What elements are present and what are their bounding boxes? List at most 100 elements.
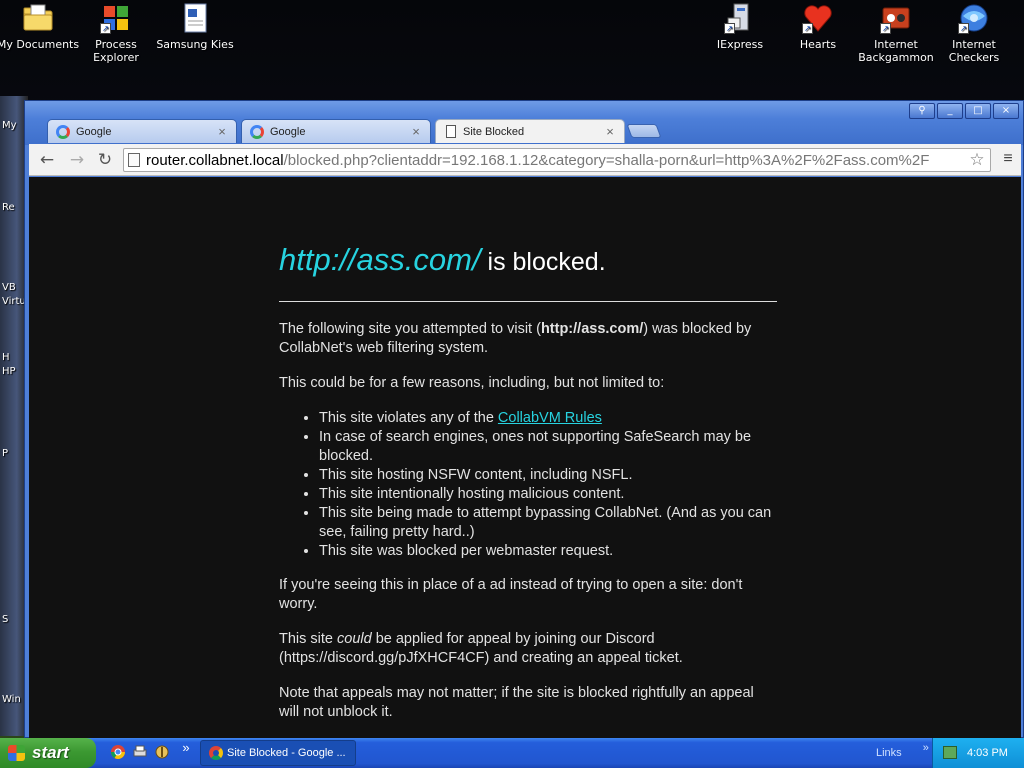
headline-suffix: is blocked. xyxy=(480,248,606,276)
browser-toolbar: ← → ↻ router.collabnet.local/blocked.php… xyxy=(29,144,1021,176)
reasons-intro: This could be for a few reasons, includi… xyxy=(279,375,665,391)
page-viewport: http://ass.com/ is blocked. The followin… xyxy=(29,177,1021,738)
tab-site-blocked[interactable]: Site Blocked × xyxy=(435,119,625,143)
windows-logo-icon xyxy=(8,745,25,761)
shortcut-arrow-icon: ↗ xyxy=(724,23,735,34)
back-arrow-icon[interactable]: ← xyxy=(35,149,59,171)
blocked-page-content: http://ass.com/ is blocked. The followin… xyxy=(279,241,777,738)
taskbar: start » Site Blocked - Google ... Links … xyxy=(0,738,1024,768)
shortcut-arrow-icon: ↗ xyxy=(958,23,969,34)
window-titlebar[interactable]: ⚲ _ □ × Google × Google × Site Blocked × xyxy=(25,101,1023,145)
desktop-icon-iexpress[interactable]: ↗ IExpress xyxy=(698,2,782,51)
list-item: This site violates any of the CollabVM R… xyxy=(319,409,777,428)
appeal-emphasis: could xyxy=(337,631,372,647)
reason-text: This site violates any of the xyxy=(319,410,498,426)
backgammon-icon: ↗ xyxy=(880,2,912,34)
maximize-button[interactable]: □ xyxy=(965,103,991,119)
desktop-icon-label: Process Explorer xyxy=(93,38,139,64)
network-tray-icon[interactable] xyxy=(943,746,957,759)
document-icon xyxy=(179,2,211,34)
intro-paragraph: The following site you attempted to visi… xyxy=(279,320,777,358)
desktop-icon-samsung-kies[interactable]: Samsung Kies xyxy=(153,2,237,51)
quicklaunch-overflow-icon[interactable]: » xyxy=(178,740,194,756)
forward-arrow-icon[interactable]: → xyxy=(65,149,89,171)
intro-url: http://ass.com/ xyxy=(540,321,644,337)
divider xyxy=(279,301,777,302)
start-button[interactable]: start xyxy=(0,738,96,768)
system-tray: 4:03 PM xyxy=(932,738,1024,768)
list-item: This site intentionally hosting maliciou… xyxy=(319,485,777,504)
partial-icon-label[interactable]: S xyxy=(2,614,8,625)
tab-google-2[interactable]: Google × xyxy=(241,119,431,143)
shortcut-arrow-icon: ↗ xyxy=(880,23,891,34)
bookmark-star-icon[interactable]: ☆ xyxy=(966,149,988,171)
desktop-icon-label: Internet Backgammon xyxy=(858,38,934,64)
google-favicon-icon xyxy=(56,124,70,139)
tab-close-icon[interactable]: × xyxy=(604,124,616,139)
partial-icon-label[interactable]: VB xyxy=(2,282,16,293)
partial-icon-label[interactable]: HP xyxy=(2,366,16,377)
page-info-icon[interactable] xyxy=(128,153,140,167)
profile-button[interactable]: ⚲ xyxy=(909,103,935,119)
tab-label: Google xyxy=(76,125,112,138)
tab-close-icon[interactable]: × xyxy=(410,124,422,139)
list-item: This site was blocked per webmaster requ… xyxy=(319,542,777,561)
collabvm-rules-link[interactable]: CollabVM Rules xyxy=(498,410,602,426)
printer-icon[interactable] xyxy=(132,744,148,760)
process-explorer-icon: ↗ xyxy=(100,2,132,34)
shortcut-arrow-icon: ↗ xyxy=(802,23,813,34)
desktop-icon-label: Hearts xyxy=(799,38,837,51)
links-overflow-icon[interactable]: » xyxy=(923,742,929,754)
partial-icon-label[interactable]: H xyxy=(2,352,10,363)
browser-menu-icon[interactable]: ≡ xyxy=(999,150,1017,168)
appeal-paragraph: This site could be applied for appeal by… xyxy=(279,630,777,668)
list-item: In case of search engines, ones not supp… xyxy=(319,428,777,466)
url-host: router.collabnet.local xyxy=(146,151,284,169)
hearts-icon: ↗ xyxy=(802,2,834,34)
desktop-icon-internet-checkers[interactable]: ↗ Internet Checkers xyxy=(932,2,1016,64)
ad-note: If you're seeing this in place of a ad i… xyxy=(279,577,743,612)
partial-icon-label[interactable]: Virtu xyxy=(2,296,26,307)
desktop-icon-hearts[interactable]: ↗ Hearts xyxy=(776,2,860,51)
appeal-prefix: This site xyxy=(279,631,338,647)
desktop-icon-internet-backgammon[interactable]: ↗ Internet Backgammon xyxy=(854,2,938,64)
desktop-icon-my-documents[interactable]: My Documents xyxy=(0,2,80,51)
tool-icon[interactable] xyxy=(154,744,170,760)
reasons-list: This site violates any of the CollabVM R… xyxy=(319,409,777,561)
chrome-icon[interactable] xyxy=(110,744,126,760)
desktop-icon-label: Internet Checkers xyxy=(948,38,1000,64)
partial-icon-label[interactable]: My xyxy=(2,120,17,131)
new-tab-button[interactable] xyxy=(626,124,662,138)
links-toolbar[interactable]: Links » xyxy=(876,738,929,768)
google-favicon-icon xyxy=(250,124,264,139)
minimize-button[interactable]: _ xyxy=(937,103,963,119)
partial-icon-label[interactable]: Re xyxy=(2,202,15,213)
address-url[interactable]: router.collabnet.local/blocked.php?clien… xyxy=(146,152,929,169)
desktop-icon-label: My Documents xyxy=(0,38,80,51)
tab-label: Site Blocked xyxy=(463,125,525,138)
blocked-url-link[interactable]: http://ass.com/ xyxy=(279,242,481,277)
tab-close-icon[interactable]: × xyxy=(216,124,228,139)
partial-icon-label[interactable]: Win xyxy=(2,694,21,705)
partial-icon-label[interactable]: P xyxy=(2,448,8,459)
page-title: http://ass.com/ is blocked. xyxy=(279,241,777,281)
desktop-icon-label: Samsung Kies xyxy=(156,38,234,51)
address-bar[interactable]: router.collabnet.local/blocked.php?clien… xyxy=(123,148,991,172)
shortcut-arrow-icon: ↗ xyxy=(100,23,111,34)
taskbar-button-chrome[interactable]: Site Blocked - Google ... xyxy=(200,740,356,766)
list-item: This site being made to attempt bypassin… xyxy=(319,504,777,542)
tab-google-1[interactable]: Google × xyxy=(47,119,237,143)
close-window-button[interactable]: × xyxy=(993,103,1019,119)
folder-documents-icon xyxy=(22,2,54,34)
iexpress-icon: ↗ xyxy=(724,2,756,34)
reload-icon[interactable]: ↻ xyxy=(93,149,117,171)
intro-prefix: The following site you attempted to visi… xyxy=(279,321,541,337)
desktop-icon-process-explorer[interactable]: ↗ Process Explorer xyxy=(74,2,158,64)
page-icon xyxy=(446,125,456,138)
desktop-icon-label: IExpress xyxy=(716,38,764,51)
final-note: Note that appeals may not matter; if the… xyxy=(279,685,754,720)
checkers-icon: ↗ xyxy=(958,2,990,34)
clock[interactable]: 4:03 PM xyxy=(967,747,1008,759)
taskbar-button-label: Site Blocked - Google ... xyxy=(227,747,346,759)
chrome-icon xyxy=(209,746,223,760)
